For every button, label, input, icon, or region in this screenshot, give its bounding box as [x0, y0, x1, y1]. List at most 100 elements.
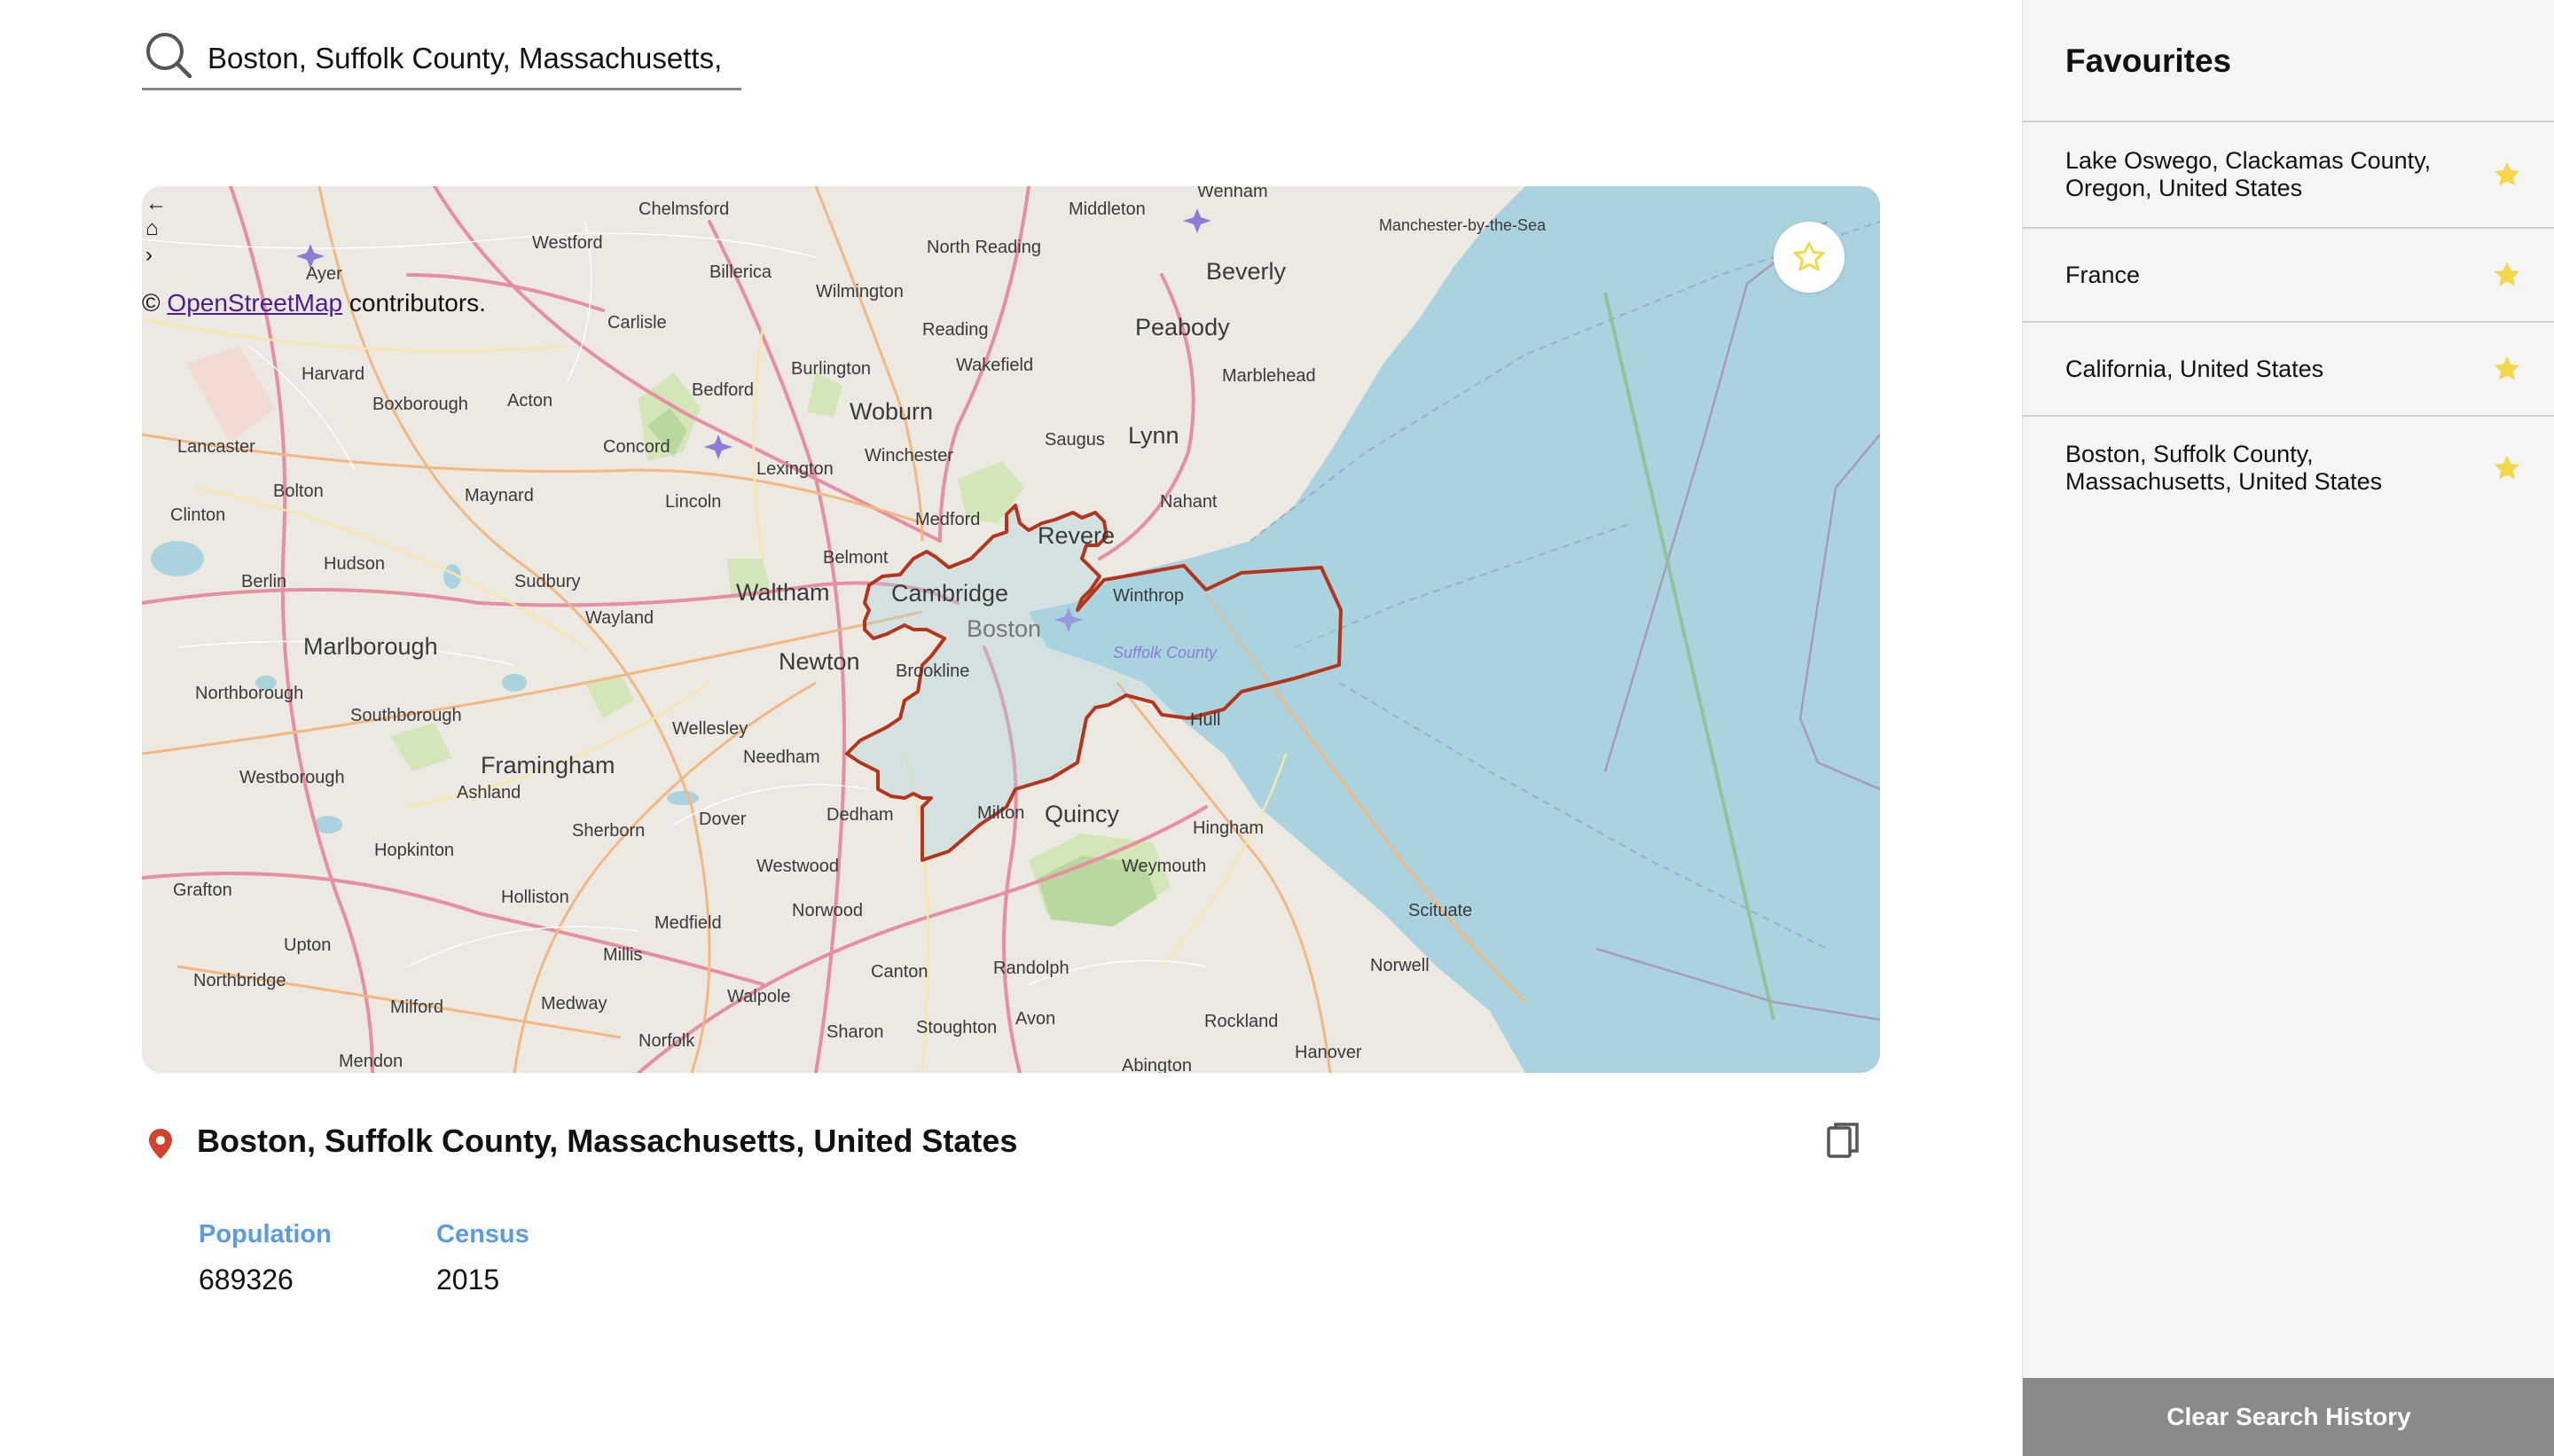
map-label: Hopkinton — [374, 841, 454, 860]
map-label: Waltham — [736, 579, 830, 606]
star-filled-icon[interactable] — [2491, 353, 2523, 385]
star-filled-icon[interactable] — [2491, 452, 2523, 484]
favourite-item[interactable]: France — [2023, 229, 2554, 323]
openstreetmap-link[interactable]: OpenStreetMap — [167, 289, 342, 317]
map-label: Cambridge — [891, 580, 1008, 607]
map-label: Sharon — [827, 1022, 884, 1042]
sidebar-title: Favourites — [2065, 43, 2232, 79]
map-label: Weymouth — [1122, 857, 1206, 876]
map-label: Wellesley — [672, 719, 748, 739]
search-icon[interactable] — [144, 30, 193, 80]
star-filled-icon[interactable] — [2491, 259, 2523, 291]
favourite-button[interactable] — [1774, 222, 1845, 293]
map-label: Revere — [1038, 522, 1115, 549]
map-label: North Reading — [927, 238, 1041, 257]
map-label: Harvard — [302, 364, 364, 384]
map-label: Wayland — [585, 608, 654, 628]
map-label: Marblehead — [1222, 366, 1316, 386]
map-tiles[interactable]: Chelmsford Westford Ayer Billerica Wilmi… — [142, 186, 1880, 1073]
map-label: Middleton — [1069, 200, 1146, 219]
map-label: Hudson — [324, 554, 385, 574]
map-label: Boston — [967, 615, 1041, 642]
copy-icon[interactable] — [1825, 1121, 1862, 1162]
map-label: Belmont — [823, 548, 889, 568]
map-label: Medford — [915, 510, 980, 529]
map-label: Beverly — [1206, 258, 1287, 285]
map-label: Berlin — [241, 572, 286, 591]
map-label: Suffolk County — [1113, 644, 1218, 661]
stat-label: Population — [199, 1220, 332, 1249]
map-label: Norwell — [1370, 956, 1430, 975]
favourite-item[interactable]: Lake Oswego, Clackamas County, Oregon, U… — [2023, 122, 2554, 229]
map-label: Randolph — [993, 959, 1069, 978]
star-filled-icon[interactable] — [2491, 159, 2523, 191]
population-stat: Population 689326 — [199, 1220, 332, 1296]
map-label: Northborough — [195, 684, 303, 703]
map-label: Clinton — [170, 505, 225, 525]
favourite-name: Lake Oswego, Clackamas County, Oregon, U… — [2065, 147, 2432, 201]
map-attribution: © OpenStreetMap contributors. — [142, 289, 486, 317]
map-label: Medfield — [654, 913, 722, 933]
map-label: Dedham — [827, 805, 894, 825]
map-label: Boxborough — [372, 395, 468, 414]
map-label: Wilmington — [816, 282, 904, 301]
map-label: Lincoln — [665, 492, 721, 512]
map-label: Bolton — [273, 481, 324, 501]
map-label: Billerica — [709, 262, 772, 282]
map-label: Saugus — [1045, 430, 1105, 450]
map-label: Westborough — [239, 768, 345, 787]
map-label: Westwood — [756, 857, 839, 876]
map-label: Ayer — [306, 264, 342, 284]
map-label: Sudbury — [514, 572, 581, 591]
map-label: Avon — [1015, 1009, 1055, 1029]
map-label: Stoughton — [916, 1018, 997, 1037]
map-label: Maynard — [465, 486, 534, 505]
map-label: Sherborn — [572, 821, 645, 841]
map-label: Chelmsford — [638, 200, 729, 219]
map-forward-control[interactable]: › — [145, 245, 153, 266]
map-label: Westford — [532, 233, 603, 253]
census-stat: Census 2015 — [436, 1220, 529, 1296]
map-label: Southborough — [350, 706, 462, 725]
favourite-item[interactable]: Boston, Suffolk County, Massachusetts, U… — [2023, 417, 2554, 520]
clear-search-history-button[interactable]: Clear Search History — [2023, 1378, 2554, 1456]
map-label: Wakefield — [956, 356, 1033, 375]
attribution-copyright: © — [142, 289, 161, 317]
map-label: Wenham — [1197, 186, 1268, 201]
map-label: Canton — [871, 962, 928, 982]
map-label: Upton — [284, 935, 331, 955]
map-label: Nahant — [1160, 492, 1218, 512]
map-label: Winthrop — [1113, 586, 1184, 606]
map-label: Norwood — [792, 901, 863, 920]
map-label: Medway — [541, 994, 607, 1014]
map-label: Hanover — [1295, 1043, 1362, 1062]
map-label: Milton — [977, 803, 1024, 823]
favourites-sidebar: Favourites Lake Oswego, Clackamas County… — [2022, 0, 2554, 1456]
map-label: Norfolk — [638, 1031, 695, 1051]
map-label: Needham — [743, 748, 820, 767]
map-label: Grafton — [173, 881, 232, 900]
map-label: Woburn — [850, 398, 933, 425]
search-bar — [142, 21, 741, 90]
search-input[interactable] — [208, 41, 722, 75]
app-root: Chelmsford Westford Ayer Billerica Wilmi… — [0, 0, 2554, 1456]
location-pin-icon — [149, 1129, 172, 1159]
map-label: Quincy — [1045, 801, 1120, 827]
map-label: Winchester — [865, 446, 953, 466]
map-home-control[interactable]: ⌂ — [145, 218, 159, 239]
map-label: Carlisle — [607, 313, 667, 333]
map-label: Reading — [922, 320, 989, 340]
result-title: Boston, Suffolk County, Massachusetts, U… — [197, 1123, 1018, 1159]
map-label: Lynn — [1128, 422, 1179, 449]
star-outline-icon — [1793, 241, 1825, 271]
map-label: Lancaster — [177, 437, 255, 457]
map-label: Concord — [603, 437, 670, 457]
map-back-control[interactable]: ← — [145, 193, 167, 215]
favourites-list: Lake Oswego, Clackamas County, Oregon, U… — [2023, 121, 2554, 520]
stat-value: 689326 — [199, 1264, 294, 1296]
map[interactable]: Chelmsford Westford Ayer Billerica Wilmi… — [142, 186, 1880, 1073]
map-label: Dover — [699, 810, 747, 829]
favourite-item[interactable]: California, United States — [2023, 323, 2554, 417]
map-label: Newton — [779, 648, 860, 675]
map-label: Abington — [1122, 1056, 1192, 1073]
